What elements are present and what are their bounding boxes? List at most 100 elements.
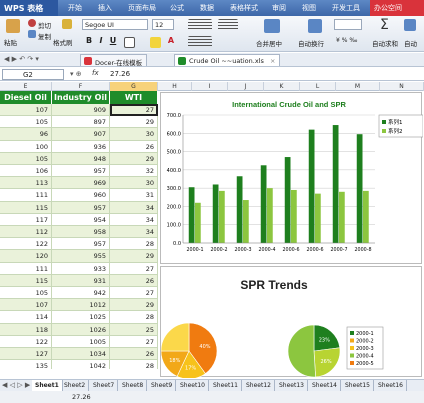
table-cell[interactable]: 27 — [110, 262, 158, 275]
sheet-tab[interactable]: Sheet8 — [119, 380, 148, 391]
table-cell[interactable]: 34 — [110, 201, 158, 214]
column-header-h[interactable]: H — [158, 82, 192, 91]
autosum-button[interactable]: 自动求和 — [372, 38, 398, 48]
table-cell[interactable]: 29 — [110, 116, 158, 129]
table-cell[interactable]: 958 — [52, 226, 110, 239]
sheet-tab[interactable]: Sheet14 — [309, 380, 341, 391]
table-cell[interactable]: 117 — [0, 213, 52, 226]
sheet-tab[interactable]: Sheet1 — [32, 380, 63, 391]
table-cell[interactable]: 29 — [110, 152, 158, 165]
format-painter-icon[interactable] — [62, 19, 72, 29]
table-cell[interactable]: 113 — [0, 177, 52, 190]
table-cell[interactable]: 135 — [0, 360, 52, 369]
wrap-text-icon[interactable] — [308, 19, 322, 33]
column-header-e[interactable]: E — [0, 82, 52, 91]
menu-table-style[interactable]: 表格样式 — [230, 3, 258, 13]
autofilter-button[interactable]: 自动 — [404, 38, 417, 48]
fill-color-icon[interactable] — [150, 37, 161, 48]
table-cell[interactable]: 907 — [52, 128, 110, 141]
table-cell[interactable]: 112 — [0, 226, 52, 239]
table-cell[interactable]: 955 — [52, 250, 110, 263]
menu-view[interactable]: 视图 — [302, 3, 316, 13]
tab-docer[interactable]: Docer-在线模板 — [80, 54, 148, 67]
table-cell[interactable]: 27 — [110, 335, 158, 348]
font-name-select[interactable]: Segoe UI — [82, 19, 148, 30]
column-header-l[interactable]: L — [300, 82, 336, 91]
table-cell[interactable]: 100 — [0, 140, 52, 153]
menu-developer[interactable]: 开发工具 — [332, 3, 360, 13]
table-cell[interactable]: 105 — [0, 287, 52, 300]
sheet-nav-icons[interactable]: ◀ ◁ ▷ ▶ — [2, 381, 30, 389]
table-cell[interactable]: 1025 — [52, 311, 110, 324]
tab-nav-icons[interactable]: ◀ ▶ ↶ ↷ ▾ — [4, 55, 39, 63]
header-wti[interactable]: WTI — [110, 91, 158, 104]
font-size-select[interactable]: 12 — [152, 19, 174, 30]
column-header-i[interactable]: I — [192, 82, 228, 91]
border-icon[interactable] — [124, 37, 135, 48]
number-format-icons[interactable]: ¥ % ‰ — [336, 37, 357, 44]
table-cell[interactable]: 30 — [110, 128, 158, 141]
table-cell[interactable]: 105 — [0, 152, 52, 165]
close-tab-icon[interactable]: × — [270, 57, 275, 65]
crude-oil-bar-chart[interactable]: International Crude Oil and SPR 0.0 100.0… — [160, 92, 424, 264]
sheet-tab[interactable]: Sheet15 — [342, 380, 374, 391]
sheet-tab[interactable]: Sheet16 — [375, 380, 407, 391]
table-cell[interactable]: 31 — [110, 189, 158, 202]
table-cell[interactable]: 957 — [52, 165, 110, 178]
table-cell[interactable]: 936 — [52, 140, 110, 153]
table-cell[interactable]: 1005 — [52, 335, 110, 348]
table-cell[interactable]: 28 — [110, 238, 158, 251]
column-header-j[interactable]: J — [228, 82, 264, 91]
table-cell[interactable]: 28 — [110, 360, 158, 369]
table-cell[interactable]: 34 — [110, 226, 158, 239]
sheet-tab[interactable]: Sheet13 — [276, 380, 308, 391]
table-cell[interactable]: 111 — [0, 189, 52, 202]
italic-button[interactable]: I — [96, 36, 106, 47]
table-cell[interactable]: 107 — [0, 299, 52, 312]
table-cell[interactable]: 120 — [0, 250, 52, 263]
tab-workbook[interactable]: Crude Oil ~~uation.xls × — [174, 54, 281, 66]
app-logo[interactable]: WPS 表格 — [0, 0, 58, 16]
table-cell[interactable]: 29 — [110, 250, 158, 263]
table-cell[interactable]: 960 — [52, 189, 110, 202]
table-cell[interactable]: 26 — [110, 274, 158, 287]
table-cell[interactable]: 1012 — [52, 299, 110, 312]
align-icon[interactable] — [188, 19, 212, 31]
table-cell[interactable]: 957 — [52, 201, 110, 214]
underline-button[interactable]: U — [108, 36, 118, 47]
merge-center-button[interactable]: 合并居中 — [256, 38, 282, 48]
name-box[interactable]: G2 — [2, 69, 64, 80]
filter-icon[interactable] — [404, 19, 416, 31]
menu-review[interactable]: 审阅 — [272, 3, 286, 13]
office-space-button[interactable]: 办公空间 — [370, 0, 424, 16]
table-cell[interactable]: 105 — [0, 116, 52, 129]
paste-button[interactable]: 粘贴 — [4, 37, 17, 47]
cut-button[interactable]: 剪切 — [38, 20, 51, 30]
menu-data[interactable]: 数据 — [200, 3, 214, 13]
table-cell[interactable]: 1034 — [52, 348, 110, 361]
table-cell[interactable]: 115 — [0, 274, 52, 287]
table-cell[interactable]: 96 — [0, 128, 52, 141]
format-painter-button[interactable]: 格式刷 — [53, 37, 73, 47]
wrap-text-button[interactable]: 自动换行 — [298, 38, 324, 48]
table-cell[interactable]: 25 — [110, 323, 158, 336]
menu-formulas[interactable]: 公式 — [170, 3, 184, 13]
table-cell[interactable]: 948 — [52, 152, 110, 165]
table-cell[interactable]: 127 — [0, 348, 52, 361]
table-cell[interactable]: 30 — [110, 177, 158, 190]
table-cell[interactable]: 954 — [52, 213, 110, 226]
table-cell[interactable]: 931 — [52, 274, 110, 287]
table-cell[interactable]: 122 — [0, 335, 52, 348]
table-cell[interactable]: 909 — [52, 104, 110, 117]
cut-icon[interactable] — [28, 19, 36, 27]
menu-home[interactable]: 开始 — [68, 3, 82, 13]
table-cell[interactable]: 122 — [0, 238, 52, 251]
sheet-tab[interactable]: Sheet9 — [148, 380, 177, 391]
table-cell[interactable]: 26 — [110, 140, 158, 153]
table-cell[interactable]: 114 — [0, 311, 52, 324]
table-cell[interactable]: 27 — [110, 104, 158, 117]
table-cell[interactable]: 115 — [0, 201, 52, 214]
table-cell[interactable]: 29 — [110, 299, 158, 312]
table-cell[interactable]: 32 — [110, 165, 158, 178]
column-header-k[interactable]: K — [264, 82, 300, 91]
